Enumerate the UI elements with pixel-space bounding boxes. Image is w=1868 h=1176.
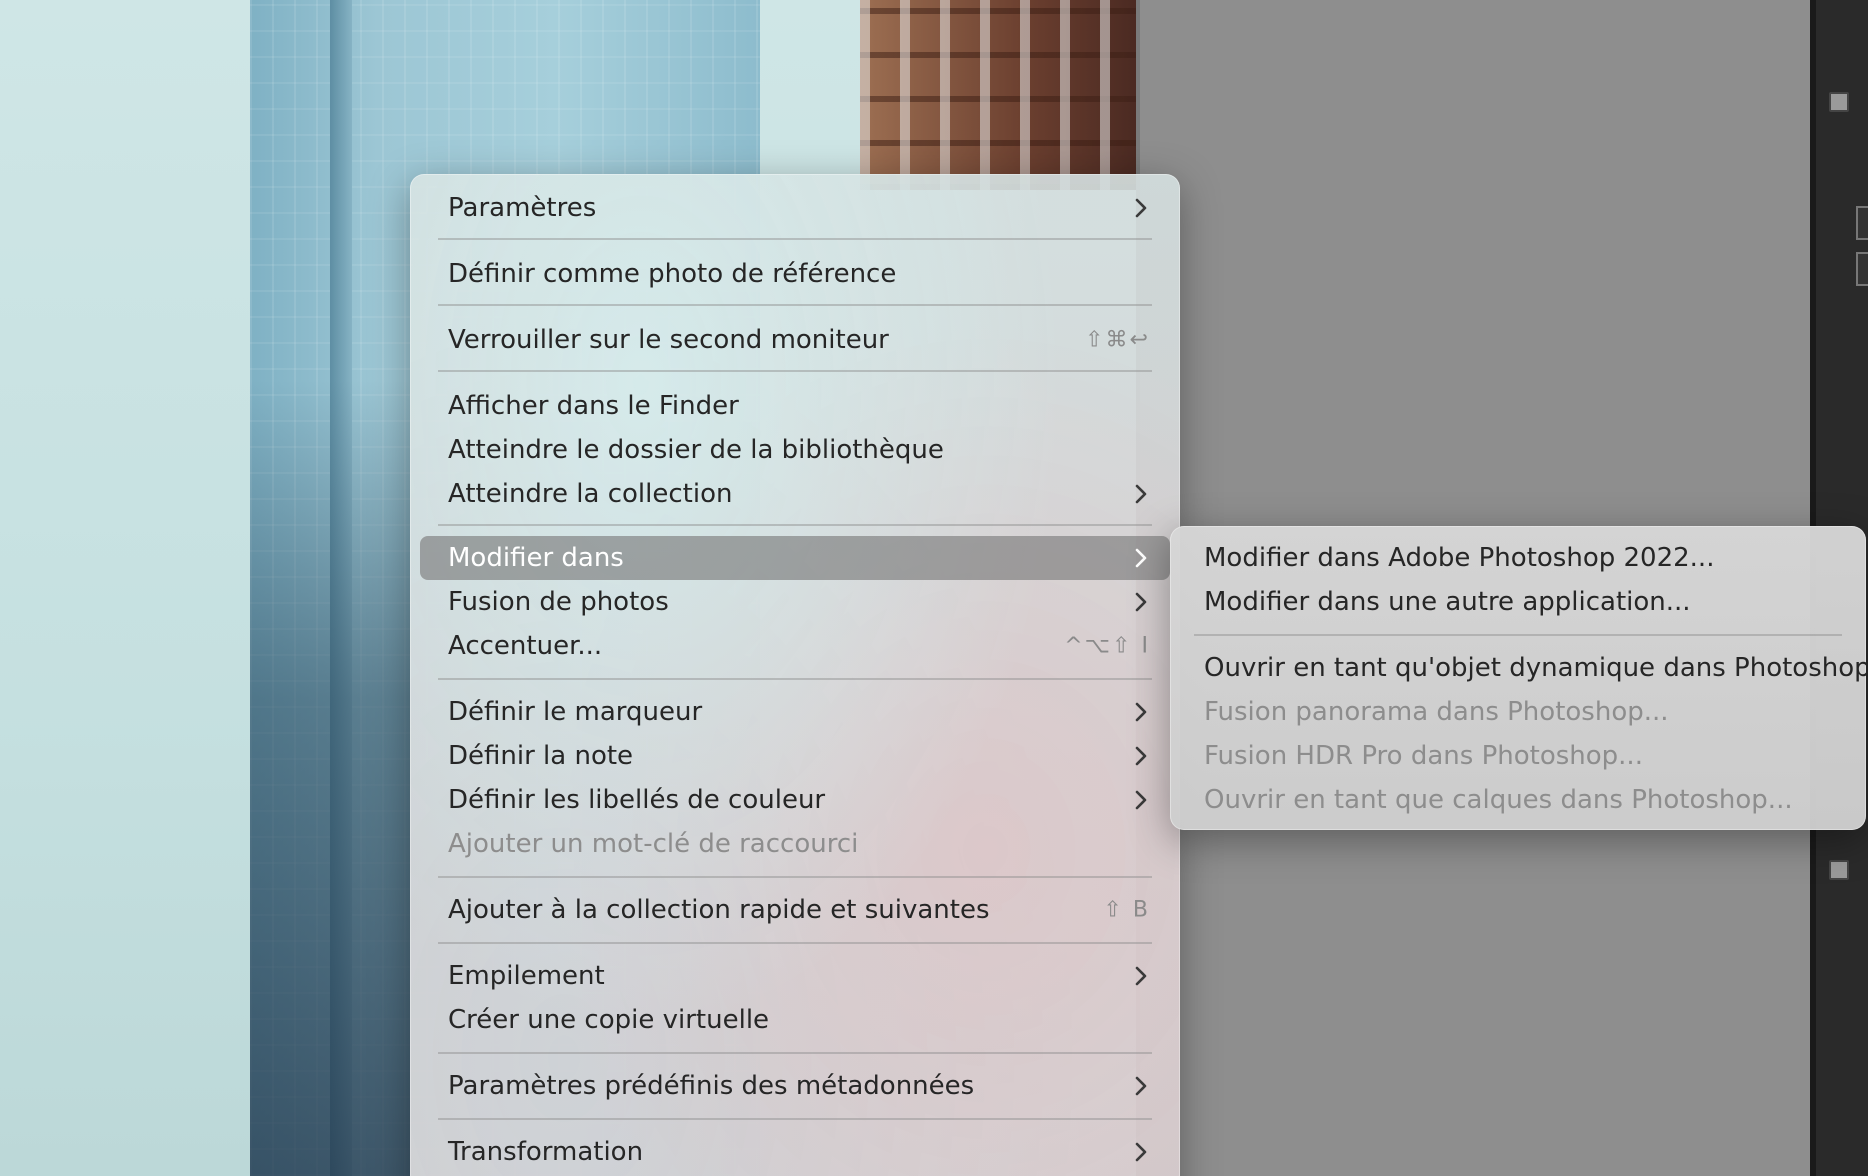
menu-separator <box>438 304 1152 306</box>
chevron-right-icon <box>1130 745 1152 767</box>
keyboard-shortcut: ⇧ B <box>1103 897 1150 923</box>
menu-separator <box>438 524 1152 526</box>
chevron-right-icon <box>1130 547 1152 569</box>
menu-item-stacking[interactable]: Empilement <box>420 954 1170 998</box>
keyboard-shortcut: ^⌥⇧ I <box>1064 633 1150 659</box>
menu-item-label: Définir comme photo de référence <box>448 259 897 289</box>
menu-separator <box>438 942 1152 944</box>
menu-item-lock-second-monitor[interactable]: Verrouiller sur le second moniteur ⇧⌘↩ <box>420 318 1170 362</box>
menu-item-label: Ajouter un mot-clé de raccourci <box>448 829 859 859</box>
lightroom-window: Paramètres Définir comme photo de référe… <box>0 0 1868 1176</box>
menu-item-set-reference-photo[interactable]: Définir comme photo de référence <box>420 252 1170 296</box>
menu-item-parametres[interactable]: Paramètres <box>420 186 1170 230</box>
submenu-item-open-as-layers: Ouvrir en tant que calques dans Photosho… <box>1180 778 1856 822</box>
submenu-item-edit-in-other-app[interactable]: Modifier dans une autre application... <box>1180 580 1856 624</box>
menu-item-label: Modifier dans une autre application... <box>1204 587 1691 617</box>
menu-item-show-in-finder[interactable]: Afficher dans le Finder <box>420 384 1170 428</box>
menu-item-label: Atteindre le dossier de la bibliothèque <box>448 435 944 465</box>
submenu-item-edit-in-photoshop[interactable]: Modifier dans Adobe Photoshop 2022... <box>1180 536 1856 580</box>
chevron-right-icon <box>1130 965 1152 987</box>
menu-separator <box>438 1118 1152 1120</box>
menu-separator <box>438 678 1152 680</box>
brick-building <box>860 0 1136 190</box>
chevron-right-icon <box>1130 483 1152 505</box>
menu-item-set-flag[interactable]: Définir le marqueur <box>420 690 1170 734</box>
menu-item-label: Fusion HDR Pro dans Photoshop... <box>1204 741 1643 771</box>
menu-separator <box>438 238 1152 240</box>
tower-reflection <box>250 380 410 1176</box>
chevron-right-icon <box>1130 1141 1152 1163</box>
chevron-right-icon <box>1130 197 1152 219</box>
menu-item-label: Verrouiller sur le second moniteur <box>448 325 889 355</box>
panel-collapse-handle[interactable] <box>1829 92 1849 112</box>
menu-separator <box>438 1052 1152 1054</box>
chevron-right-icon <box>1130 789 1152 811</box>
menu-item-go-to-library-folder[interactable]: Atteindre le dossier de la bibliothèque <box>420 428 1170 472</box>
panel-control[interactable] <box>1856 206 1868 240</box>
submenu-item-hdr-pro-merge: Fusion HDR Pro dans Photoshop... <box>1180 734 1856 778</box>
menu-item-photo-merge[interactable]: Fusion de photos <box>420 580 1170 624</box>
menu-item-add-shortcut-keyword: Ajouter un mot-clé de raccourci <box>420 822 1170 866</box>
menu-item-set-rating[interactable]: Définir la note <box>420 734 1170 778</box>
menu-item-label: Fusion de photos <box>448 587 669 617</box>
menu-item-go-to-collection[interactable]: Atteindre la collection <box>420 472 1170 516</box>
menu-item-label: Empilement <box>448 961 605 991</box>
chevron-right-icon <box>1130 701 1152 723</box>
menu-item-add-to-quick-collection[interactable]: Ajouter à la collection rapide et suivan… <box>420 888 1170 932</box>
menu-item-label: Ajouter à la collection rapide et suivan… <box>448 895 990 925</box>
menu-item-label: Modifier dans <box>448 543 624 573</box>
menu-separator <box>1194 634 1842 636</box>
menu-item-label: Définir les libellés de couleur <box>448 785 826 815</box>
menu-item-label: Définir la note <box>448 741 634 771</box>
context-menu: Paramètres Définir comme photo de référe… <box>410 174 1180 1176</box>
submenu-item-open-smart-object[interactable]: Ouvrir en tant qu'objet dynamique dans P… <box>1180 646 1866 690</box>
menu-item-label: Accentuer... <box>448 631 603 661</box>
panel-collapse-handle[interactable] <box>1829 860 1849 880</box>
chevron-right-icon <box>1130 591 1152 613</box>
menu-item-enhance[interactable]: Accentuer... ^⌥⇧ I <box>420 624 1170 668</box>
menu-separator <box>438 370 1152 372</box>
menu-item-label: Fusion panorama dans Photoshop... <box>1204 697 1669 727</box>
menu-item-label: Paramètres <box>448 193 597 223</box>
menu-item-edit-in[interactable]: Modifier dans <box>420 536 1170 580</box>
menu-item-label: Créer une copie virtuelle <box>448 1005 770 1035</box>
menu-item-label: Ouvrir en tant qu'objet dynamique dans P… <box>1204 653 1866 683</box>
menu-item-label: Afficher dans le Finder <box>448 391 739 421</box>
menu-item-label: Paramètres prédéfinis des métadonnées <box>448 1071 975 1101</box>
chevron-right-icon <box>1130 1075 1152 1097</box>
menu-item-label: Modifier dans Adobe Photoshop 2022... <box>1204 543 1715 573</box>
menu-item-transform[interactable]: Transformation <box>420 1130 1170 1174</box>
menu-item-metadata-presets[interactable]: Paramètres prédéfinis des métadonnées <box>420 1064 1170 1108</box>
panel-control[interactable] <box>1856 252 1868 286</box>
menu-item-set-color-label[interactable]: Définir les libellés de couleur <box>420 778 1170 822</box>
menu-item-create-virtual-copy[interactable]: Créer une copie virtuelle <box>420 998 1170 1042</box>
menu-item-label: Définir le marqueur <box>448 697 703 727</box>
menu-item-label: Transformation <box>448 1137 644 1167</box>
menu-item-label: Ouvrir en tant que calques dans Photosho… <box>1204 785 1793 815</box>
edit-in-submenu: Modifier dans Adobe Photoshop 2022... Mo… <box>1170 526 1866 830</box>
menu-item-label: Atteindre la collection <box>448 479 733 509</box>
submenu-item-panorama-merge: Fusion panorama dans Photoshop... <box>1180 690 1856 734</box>
menu-separator <box>438 876 1152 878</box>
keyboard-shortcut: ⇧⌘↩ <box>1085 327 1150 353</box>
